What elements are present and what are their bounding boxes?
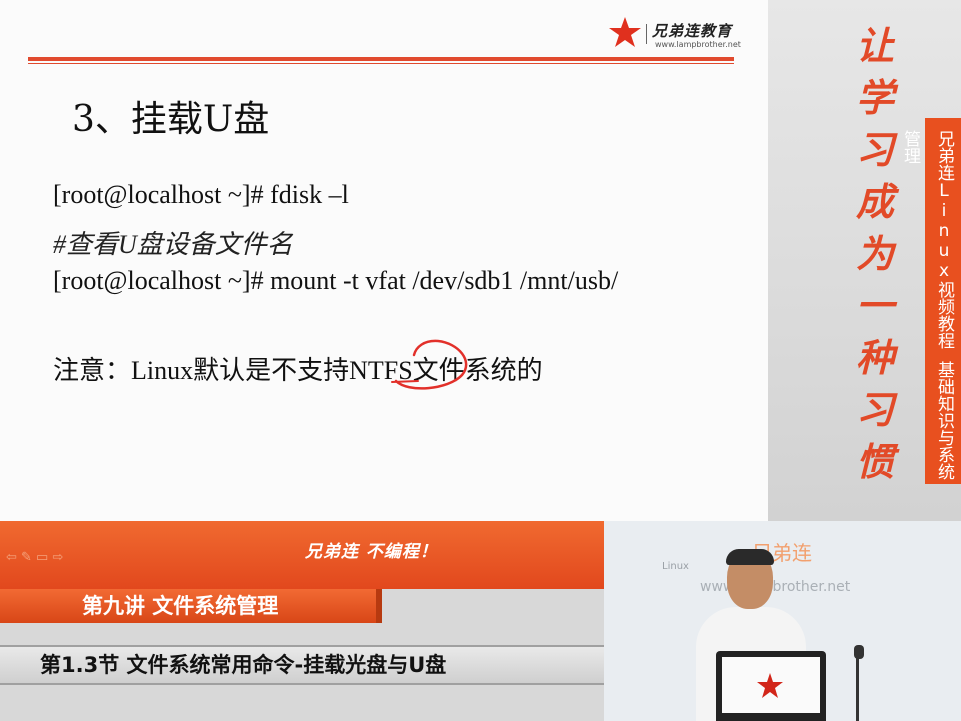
brand-logo: 兄弟连教育 www.lampbrother.net	[608, 16, 748, 52]
command-line-fdisk: [root@localhost ~]# fdisk –l	[53, 180, 349, 209]
star-logo-icon	[609, 17, 641, 47]
instructor-hair	[726, 549, 774, 565]
video-url: www.lampbrother.net	[700, 579, 851, 595]
slide: 兄弟连教育 www.lampbrother.net 3、挂载U盘 [root@l…	[0, 0, 768, 521]
course-series: 兄弟连Linux视频教程	[934, 130, 954, 349]
slide-heading: 3、挂载U盘	[72, 99, 270, 140]
instructor-video: 兄弟连 Linux www.lampbrother.net	[604, 521, 961, 721]
slide-nav-icons[interactable]: ⇦ ✎ ▭ ⇨	[6, 550, 63, 565]
microphone-stand	[856, 651, 866, 721]
header-rule-thin	[28, 63, 734, 64]
section-title: 第1.3节 文件系统常用命令-挂载光盘与U盘	[40, 653, 447, 677]
course-title-strip: 兄弟连Linux视频教程基础知识与系统管理	[900, 118, 961, 484]
brand-divider	[646, 24, 647, 44]
annotation-circle-icon	[391, 339, 468, 390]
slogan: 让 学 习 成 为 一 种 习 惯	[855, 23, 894, 484]
motto: 兄弟连 不编程！	[305, 542, 438, 562]
title-band	[0, 521, 604, 589]
laptop-star-icon	[757, 673, 783, 698]
comment-line: #查看U盘设备文件名	[53, 230, 293, 259]
brand-url: www.lampbrother.net	[655, 40, 741, 49]
brand-name: 兄弟连教育	[652, 22, 733, 40]
video-linux-label: Linux	[662, 561, 689, 572]
header-rule	[28, 57, 734, 61]
command-line-mount: [root@localhost ~]# mount -t vfat /dev/s…	[53, 266, 619, 295]
chapter-title: 第九讲 文件系统管理	[82, 594, 279, 618]
